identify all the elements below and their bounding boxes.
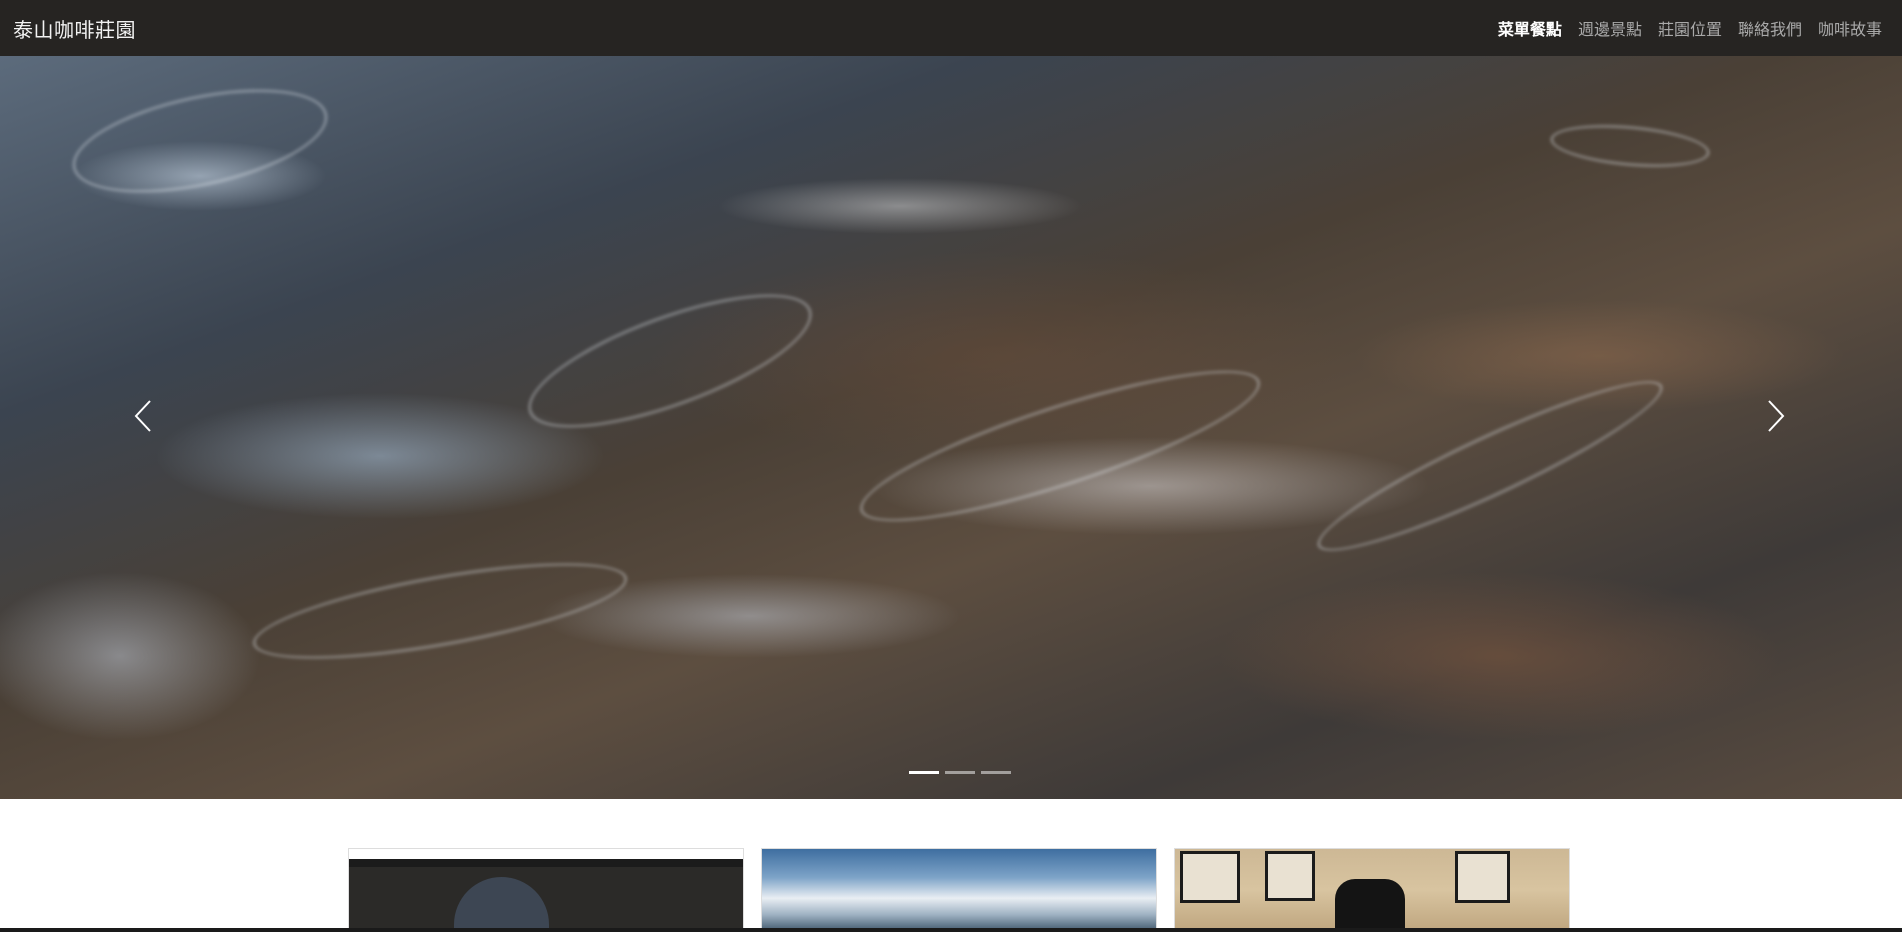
wall-frame (1455, 851, 1510, 903)
nav-menu: 菜單餐點 週邊景點 莊園位置 聯絡我們 咖啡故事 (1490, 16, 1890, 40)
water-ripple (513, 267, 827, 455)
water-ripple (63, 69, 337, 213)
chevron-right-icon (1768, 400, 1785, 432)
water-ripple (1305, 358, 1675, 574)
feature-card-image[interactable] (348, 848, 744, 932)
water-ripple (246, 543, 634, 679)
hooded-figure-image (454, 877, 549, 931)
nav-item-menu[interactable]: 菜單餐點 (1490, 16, 1570, 40)
bottom-border (0, 928, 1902, 932)
chevron-left-icon (134, 400, 151, 432)
carousel-prev-button[interactable] (124, 386, 164, 446)
top-navbar: 泰山咖啡莊園 菜單餐點 週邊景點 莊園位置 聯絡我們 咖啡故事 (0, 0, 1902, 56)
carousel-next-button[interactable] (1755, 386, 1795, 446)
feature-cards (348, 848, 1570, 932)
site-brand[interactable]: 泰山咖啡莊園 (13, 14, 136, 43)
carousel-indicators (909, 771, 1011, 774)
nav-item-location[interactable]: 莊園位置 (1650, 16, 1730, 40)
carousel-indicator-2[interactable] (945, 771, 975, 774)
hero-carousel (0, 56, 1902, 799)
wall-frame (1265, 851, 1315, 901)
water-ripple (1548, 119, 1712, 173)
carousel-indicator-3[interactable] (981, 771, 1011, 774)
hanging-jacket (1335, 879, 1405, 931)
nav-item-contact[interactable]: 聯絡我們 (1730, 16, 1810, 40)
wall-frame (1180, 851, 1240, 903)
feature-card-image[interactable] (1174, 848, 1570, 932)
carousel-indicator-1[interactable] (909, 771, 939, 774)
nav-item-story[interactable]: 咖啡故事 (1810, 16, 1890, 40)
water-ripple (847, 343, 1273, 549)
feature-card-image[interactable] (761, 848, 1157, 932)
nav-item-attractions[interactable]: 週邊景點 (1570, 16, 1650, 40)
